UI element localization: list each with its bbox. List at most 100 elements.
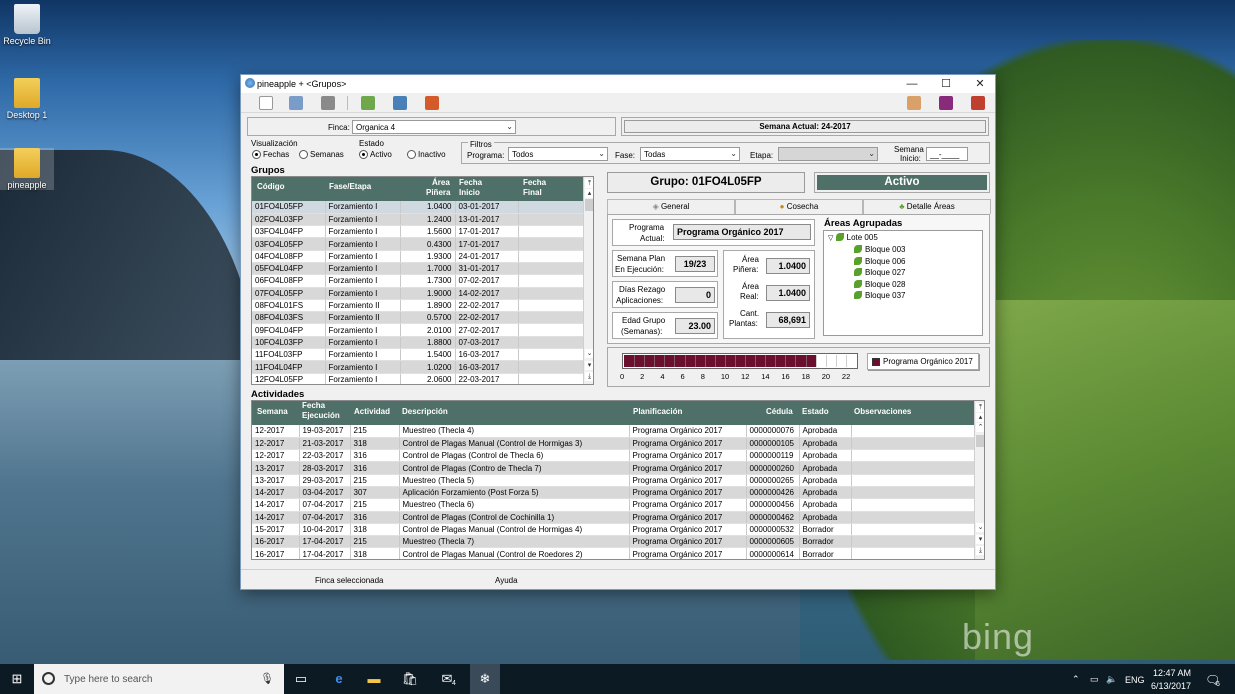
actividades-scrollbar[interactable]: ⤒ ▴ ⌃ ⌄ ▾ ⤓	[974, 401, 984, 559]
grupos-scrollbar[interactable]: ⤒ ▴ ⌄ ▾ ⤓	[583, 177, 593, 384]
col-observaciones[interactable]: Observaciones	[854, 407, 911, 416]
tab-detalle-areas[interactable]: ♣ Detalle Áreas	[863, 199, 991, 214]
grupo-row[interactable]: 08FO4L03FS Forzamiento II 0.5700 22-02-2017	[252, 311, 584, 325]
new-document-icon[interactable]	[259, 96, 273, 110]
desktop-icon-recycle-bin[interactable]: Recycle Bin	[0, 4, 54, 46]
semanas-radio[interactable]: Semanas	[299, 150, 344, 159]
minimize-button[interactable]: —	[895, 75, 929, 93]
tray-chevron-icon[interactable]: ⌃	[1072, 674, 1080, 685]
clock-date[interactable]: 6/13/2017	[1151, 681, 1191, 691]
actividad-row[interactable]: 16-2017 17-04-2017 318 Control de Plagas Ma…	[252, 547, 975, 559]
actividad-row[interactable]: 13-2017 29-03-2017 215 Muestreo (Thecla 5) P…	[252, 474, 975, 487]
user-icon[interactable]	[907, 96, 921, 110]
actividad-row[interactable]: 16-2017 17-04-2017 215 Muestreo (Thecla 7) P…	[252, 535, 975, 549]
scroll-thumb[interactable]	[585, 199, 593, 211]
grupo-row[interactable]: 12FO4L05FP Forzamiento I 2.0600 22-03-2017	[252, 373, 584, 384]
grupo-row[interactable]: 03FO4L04FP Forzamiento I 1.5600 17-01-2017	[252, 225, 584, 239]
col-planificacion[interactable]: Planificación	[633, 407, 682, 416]
fechas-radio[interactable]: Fechas	[252, 150, 289, 159]
col-estado[interactable]: Estado	[802, 407, 829, 416]
tree-node-bloque[interactable]: Bloque 006	[854, 256, 905, 266]
clock-time[interactable]: 12:47 AM	[1153, 668, 1191, 678]
actividad-row[interactable]: 12-2017 22-03-2017 316 Control de Plagas (C…	[252, 449, 975, 463]
grupo-row[interactable]: 09FO4L04FP Forzamiento I 2.0100 27-02-2017	[252, 323, 584, 337]
col-fecha-final[interactable]: Fecha	[523, 178, 546, 187]
report-icon[interactable]	[393, 96, 407, 110]
col-area[interactable]: Área	[432, 178, 450, 187]
process-icon[interactable]	[425, 96, 439, 110]
tab-cosecha[interactable]: ● Cosecha	[735, 199, 863, 214]
scroll-down-icon[interactable]: ⌄	[585, 349, 593, 358]
col-codigo[interactable]: Código	[257, 182, 285, 191]
tab-general[interactable]: ◈ General	[607, 199, 735, 214]
actividad-row[interactable]: 14-2017 03-04-2017 307 Aplicación Forzamien…	[252, 486, 975, 500]
scroll-thumb[interactable]	[976, 435, 984, 447]
close-button[interactable]: ✕	[963, 75, 997, 93]
tree-node-lote[interactable]: ▽ Lote 005	[828, 233, 878, 242]
file-explorer-icon[interactable]: ▬	[365, 670, 383, 688]
scroll-up-icon[interactable]: ⌃	[976, 423, 984, 432]
taskbar-search[interactable]: Type here to search 🎙	[34, 664, 284, 694]
fase-select[interactable]: Todas ⌄	[640, 147, 740, 161]
actividad-row[interactable]: 13-2017 28-03-2017 316 Control de Plagas (C…	[252, 461, 975, 475]
col-cedula[interactable]: Cédula	[766, 407, 793, 416]
pineapple-app-icon[interactable]: ❄	[470, 664, 500, 694]
actividad-row[interactable]: 12-2017 21-03-2017 318 Control de Plagas Ma…	[252, 437, 975, 451]
grupo-row[interactable]: 02FO4L03FP Forzamiento I 1.2400 13-01-2017	[252, 213, 584, 227]
tree-node-bloque[interactable]: Bloque 003	[854, 245, 905, 254]
col-semana[interactable]: Semana	[257, 407, 288, 416]
inactivo-radio[interactable]: Inactivo	[407, 150, 446, 159]
grupo-row[interactable]: 11FO4L04FP Forzamiento I 1.0200 16-03-2017	[252, 360, 584, 374]
store-icon[interactable]: 🛍	[401, 670, 419, 688]
volume-icon[interactable]: 🔈	[1106, 674, 1117, 685]
scroll-top-icon[interactable]: ⤒	[976, 403, 984, 412]
actividad-row[interactable]: 14-2017 07-04-2017 215 Muestreo (Thecla 6) P…	[252, 498, 975, 512]
desktop-icon-desktop-1[interactable]: Desktop 1	[0, 78, 54, 120]
scroll-top-icon[interactable]: ⤒	[585, 179, 593, 188]
col-fecha-inicio[interactable]: Fecha	[459, 178, 482, 187]
network-icon[interactable]: ▭	[1090, 674, 1099, 685]
grupo-row[interactable]: 10FO4L03FP Forzamiento I 1.8800 07-03-2017	[252, 336, 584, 350]
actividad-row[interactable]: 14-2017 07-04-2017 316 Control de Plagas (C…	[252, 511, 975, 524]
tree-node-bloque[interactable]: Bloque 037	[854, 291, 905, 300]
refresh-icon[interactable]	[361, 96, 375, 110]
tree-node-bloque[interactable]: Bloque 027	[854, 268, 905, 277]
scroll-page-down-icon[interactable]: ▾	[976, 535, 984, 544]
edit-icon[interactable]	[289, 96, 303, 110]
col-fecha-ejecucion[interactable]: Fecha	[302, 401, 325, 410]
semana-inicio-input[interactable]: __-____	[926, 147, 968, 161]
scroll-bottom-icon[interactable]: ⤓	[976, 546, 984, 555]
grupo-row[interactable]: 08FO4L01FS Forzamiento II 1.8900 22-02-2017	[252, 299, 584, 313]
scroll-page-up-icon[interactable]: ▴	[976, 413, 984, 422]
tree-node-bloque[interactable]: Bloque 028	[854, 279, 905, 289]
task-view-icon[interactable]: ▭	[292, 670, 310, 688]
grupo-row[interactable]: 04FO4L08FP Forzamiento I 1.9300 24-01-2017	[252, 250, 584, 263]
microphone-icon[interactable]: 🎙	[260, 672, 274, 685]
finca-select[interactable]: Organica 4 ⌄	[352, 120, 516, 134]
scroll-down-icon[interactable]: ⌄	[976, 523, 984, 532]
scroll-page-down-icon[interactable]: ▾	[585, 361, 593, 370]
language-indicator[interactable]: ENG	[1125, 675, 1145, 685]
actividad-row[interactable]: 12-2017 19-03-2017 215 Muestreo (Thecla 4) P…	[252, 425, 975, 438]
desktop-icon-pineapple[interactable]: pineapple	[0, 148, 54, 190]
scroll-bottom-icon[interactable]: ⤓	[585, 372, 593, 381]
col-descripcion[interactable]: Descripción	[402, 407, 448, 416]
help-book-icon[interactable]	[939, 96, 953, 110]
etapa-select[interactable]: ⌄	[778, 147, 878, 161]
grupo-row[interactable]: 01FO4L05FP Forzamiento I 1.0400 03-01-2017	[252, 201, 584, 214]
col-fase[interactable]: Fase/Etapa	[329, 182, 371, 191]
grupo-row[interactable]: 03FO4L05FP Forzamiento I 0.4300 17-01-2017	[252, 237, 584, 251]
programa-select[interactable]: Todos ⌄	[508, 147, 608, 161]
exit-icon[interactable]	[971, 96, 985, 110]
scroll-page-up-icon[interactable]: ▴	[585, 189, 593, 198]
grupo-row[interactable]: 05FO4L04FP Forzamiento I 1.7000 31-01-2017	[252, 262, 584, 276]
grupo-row[interactable]: 11FO4L03FP Forzamiento I 1.5400 16-03-2017	[252, 348, 584, 362]
grupo-row[interactable]: 07FO4L05FP Forzamiento I 1.9000 14-02-2017	[252, 287, 584, 300]
grupo-row[interactable]: 06FO4L08FP Forzamiento I 1.7300 07-02-2017	[252, 274, 584, 288]
windows-start-icon[interactable]: ⊞	[8, 670, 26, 688]
maximize-button[interactable]: ☐	[929, 75, 963, 93]
edge-icon[interactable]: e	[330, 670, 348, 688]
delete-icon[interactable]	[321, 96, 335, 110]
actividad-row[interactable]: 15-2017 10-04-2017 318 Control de Plagas Ma…	[252, 523, 975, 537]
col-actividad[interactable]: Actividad	[354, 407, 390, 416]
